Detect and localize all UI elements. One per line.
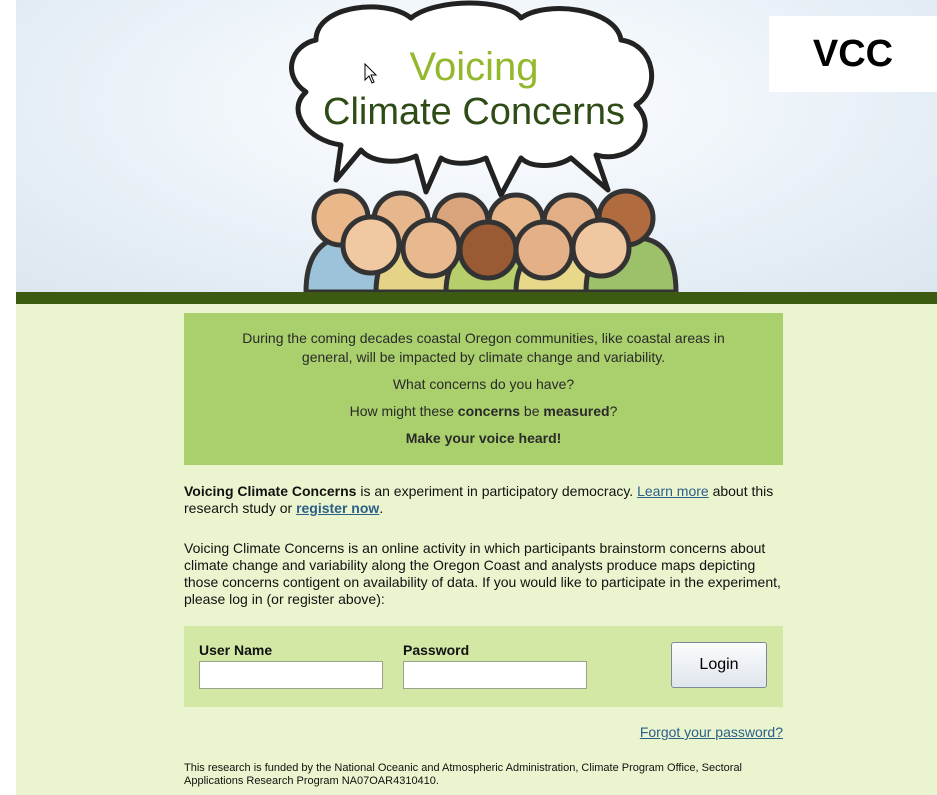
register-now-link[interactable]: register now <box>296 500 379 516</box>
q2-mid: be <box>520 403 544 419</box>
password-label: Password <box>403 642 470 658</box>
question-concerns: What concerns do you have? <box>392 376 575 392</box>
logo-line2: Climate Concerns <box>323 91 625 133</box>
mouse-cursor-icon <box>364 63 378 84</box>
page: Voicing Climate Concerns VCC During the … <box>0 0 937 795</box>
q2-bold2: measured <box>543 403 610 419</box>
intro-line1: During the coming decades coastal Oregon… <box>242 330 725 346</box>
intro-panel: During the coming decades coastal Oregon… <box>184 313 783 465</box>
learn-more-link[interactable]: Learn more <box>637 483 709 499</box>
people-group <box>303 188 679 292</box>
login-button[interactable]: Login <box>671 642 767 688</box>
vcc-badge: VCC <box>769 16 937 92</box>
call-to-action: Make your voice heard! <box>200 429 767 448</box>
intro-text: During the coming decades coastal Oregon… <box>200 329 767 367</box>
header-banner: Voicing Climate Concerns VCC <box>16 0 937 292</box>
username-field[interactable] <box>199 661 383 689</box>
funding-note: This research is funded by the National … <box>184 762 743 787</box>
logo-line1: Voicing <box>410 45 539 89</box>
cta-text: Make your voice heard! <box>405 430 562 446</box>
password-field[interactable] <box>403 661 587 689</box>
about-title: Voicing Climate Concerns <box>184 483 357 499</box>
about-paragraph: Voicing Climate Concerns is an experimen… <box>184 483 784 517</box>
question-measured: How might these concerns be measured? <box>200 402 767 421</box>
intro-line2: general, will be impacted by climate cha… <box>301 349 666 365</box>
about-text1: is an experiment in participatory democr… <box>356 483 638 499</box>
q2-post: ? <box>609 403 618 419</box>
login-form: User Name Password Login <box>184 626 783 707</box>
about-text3: . <box>379 500 384 516</box>
forgot-password-link[interactable]: Forgot your password? <box>600 724 783 740</box>
username-label: User Name <box>199 642 273 658</box>
header-divider <box>16 292 937 304</box>
description-paragraph: Voicing Climate Concerns is an online ac… <box>184 540 781 607</box>
q2-bold1: concerns <box>457 403 521 419</box>
q2-pre: How might these <box>349 403 458 419</box>
